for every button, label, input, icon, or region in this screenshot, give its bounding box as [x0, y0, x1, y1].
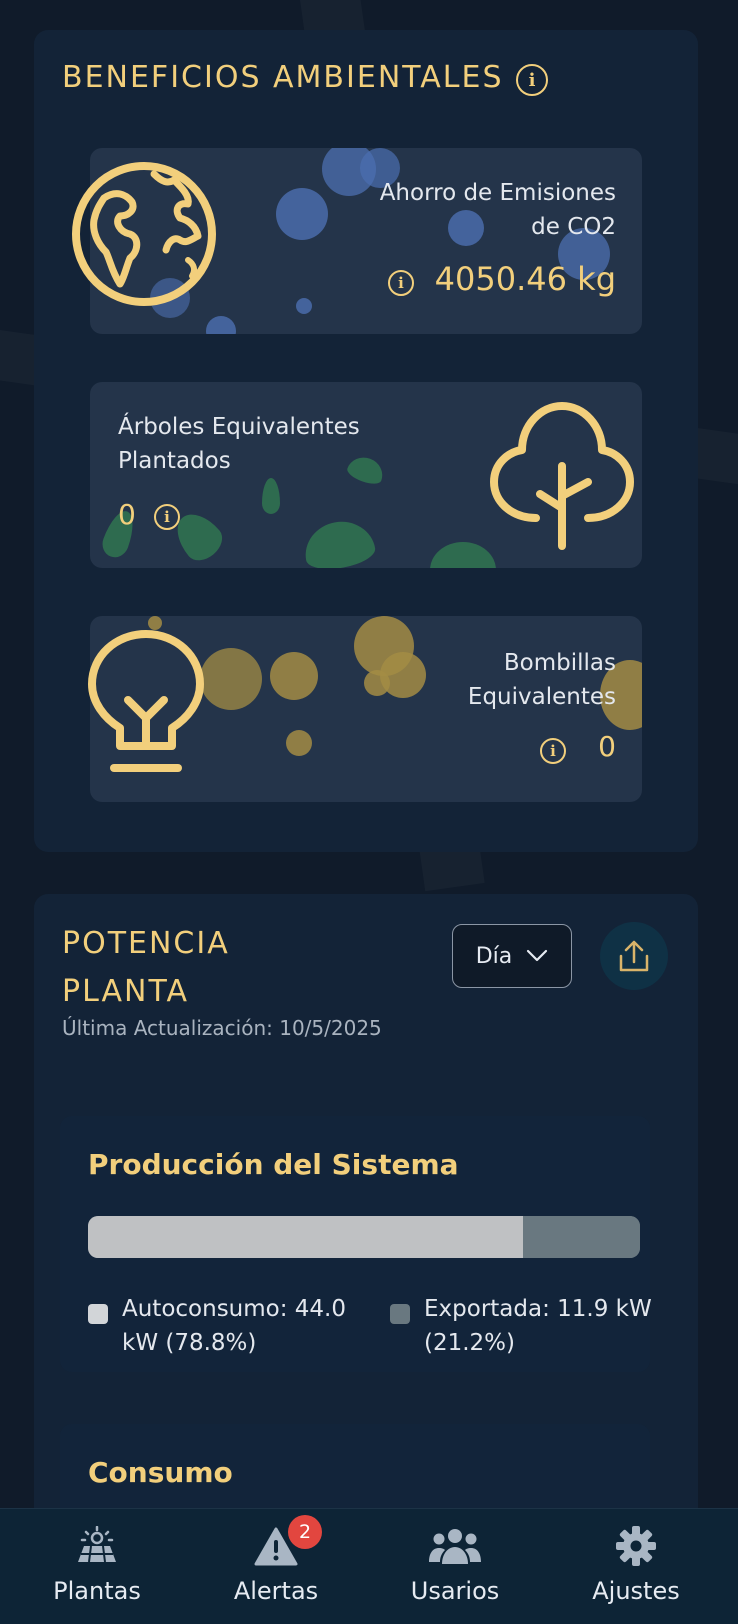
trees-label: Árboles Equivalentes Plantados [118, 414, 360, 474]
last-update-text: Última Actualización: 10/5/2025 [62, 1016, 382, 1040]
alert-count-badge: 2 [288, 1515, 322, 1549]
globe-icon [72, 162, 216, 306]
exported-bar [522, 1216, 640, 1258]
plant-power-title-line2: PLANTA [62, 974, 189, 1009]
info-icon[interactable]: i [516, 64, 548, 96]
decorative-leaf [262, 478, 280, 514]
environmental-benefits-card: BENEFICIOS AMBIENTALES i Ahorro de Emisi… [34, 30, 698, 852]
environmental-benefits-title-text: BENEFICIOS AMBIENTALES [62, 60, 504, 95]
nav-item-usarios[interactable]: Usarios [363, 1509, 547, 1624]
chevron-down-icon [527, 949, 548, 962]
period-dropdown[interactable]: Día [452, 924, 572, 988]
exported-legend-label: Exportada: 11.9 kW (21.2%) [424, 1296, 652, 1356]
self-consumption-legend-label: Autoconsumo: 44.0 kW (78.8%) [122, 1296, 347, 1356]
bulbs-value: 0 [598, 730, 616, 763]
gear-icon [615, 1523, 657, 1569]
users-icon [428, 1523, 482, 1569]
exported-legend-swatch [390, 1304, 410, 1324]
nav-item-alertas[interactable]: 2 Alertas [184, 1509, 368, 1624]
consumption-title: Consumo [88, 1456, 233, 1489]
decorative-leaf [300, 516, 378, 568]
nav-label-usarios: Usarios [410, 1577, 500, 1605]
bulbs-info-icon[interactable]: i [540, 738, 566, 764]
decorative-bubble [200, 648, 262, 710]
co2-savings-label: Ahorro de Emisiones de CO2 [379, 180, 616, 240]
environmental-benefits-title: BENEFICIOS AMBIENTALES [62, 60, 504, 95]
nav-label-plantas: Plantas [53, 1577, 141, 1605]
warning-icon: 2 [254, 1515, 322, 1569]
nav-label-alertas: Alertas [233, 1577, 319, 1605]
decorative-bubble [270, 652, 318, 700]
share-button[interactable] [600, 922, 668, 990]
plant-power-title-line1: POTENCIA [62, 926, 230, 961]
decorative-bubble [276, 188, 328, 240]
co2-info-icon[interactable]: i [388, 270, 414, 296]
decorative-bubble [206, 316, 236, 334]
production-bar [88, 1216, 640, 1258]
decorative-bubble [364, 670, 390, 696]
bulbs-label: Bombillas Equivalentes [467, 650, 616, 710]
nav-item-ajustes[interactable]: Ajustes [544, 1509, 728, 1624]
system-production-card: Producción del Sistema Autoconsumo: 44.0… [60, 1116, 652, 1372]
nav-label-ajustes: Ajustes [592, 1577, 680, 1605]
period-dropdown-value: Día [475, 943, 513, 969]
share-icon [619, 940, 649, 972]
trees-value: 0 [118, 498, 136, 531]
system-production-title: Producción del Sistema [88, 1148, 459, 1181]
self-consumption-legend-swatch [88, 1304, 108, 1324]
solar-panel-icon [76, 1523, 118, 1569]
plant-power-title: POTENCIA PLANTA [62, 894, 230, 1016]
bottom-navigation: Plantas 2 Alertas Usarios Ajustes [0, 1508, 738, 1624]
decorative-bubble [286, 730, 312, 756]
nav-item-plantas[interactable]: Plantas [5, 1509, 189, 1624]
tree-icon [490, 402, 634, 550]
self-consumption-bar [88, 1216, 523, 1258]
co2-savings-value: 4050.46 kg [434, 260, 616, 298]
plant-power-card: POTENCIA PLANTA Día Última Actualización… [34, 894, 698, 1534]
lightbulb-icon [88, 630, 204, 772]
decorative-bubble [296, 298, 312, 314]
trees-info-icon[interactable]: i [154, 504, 180, 530]
